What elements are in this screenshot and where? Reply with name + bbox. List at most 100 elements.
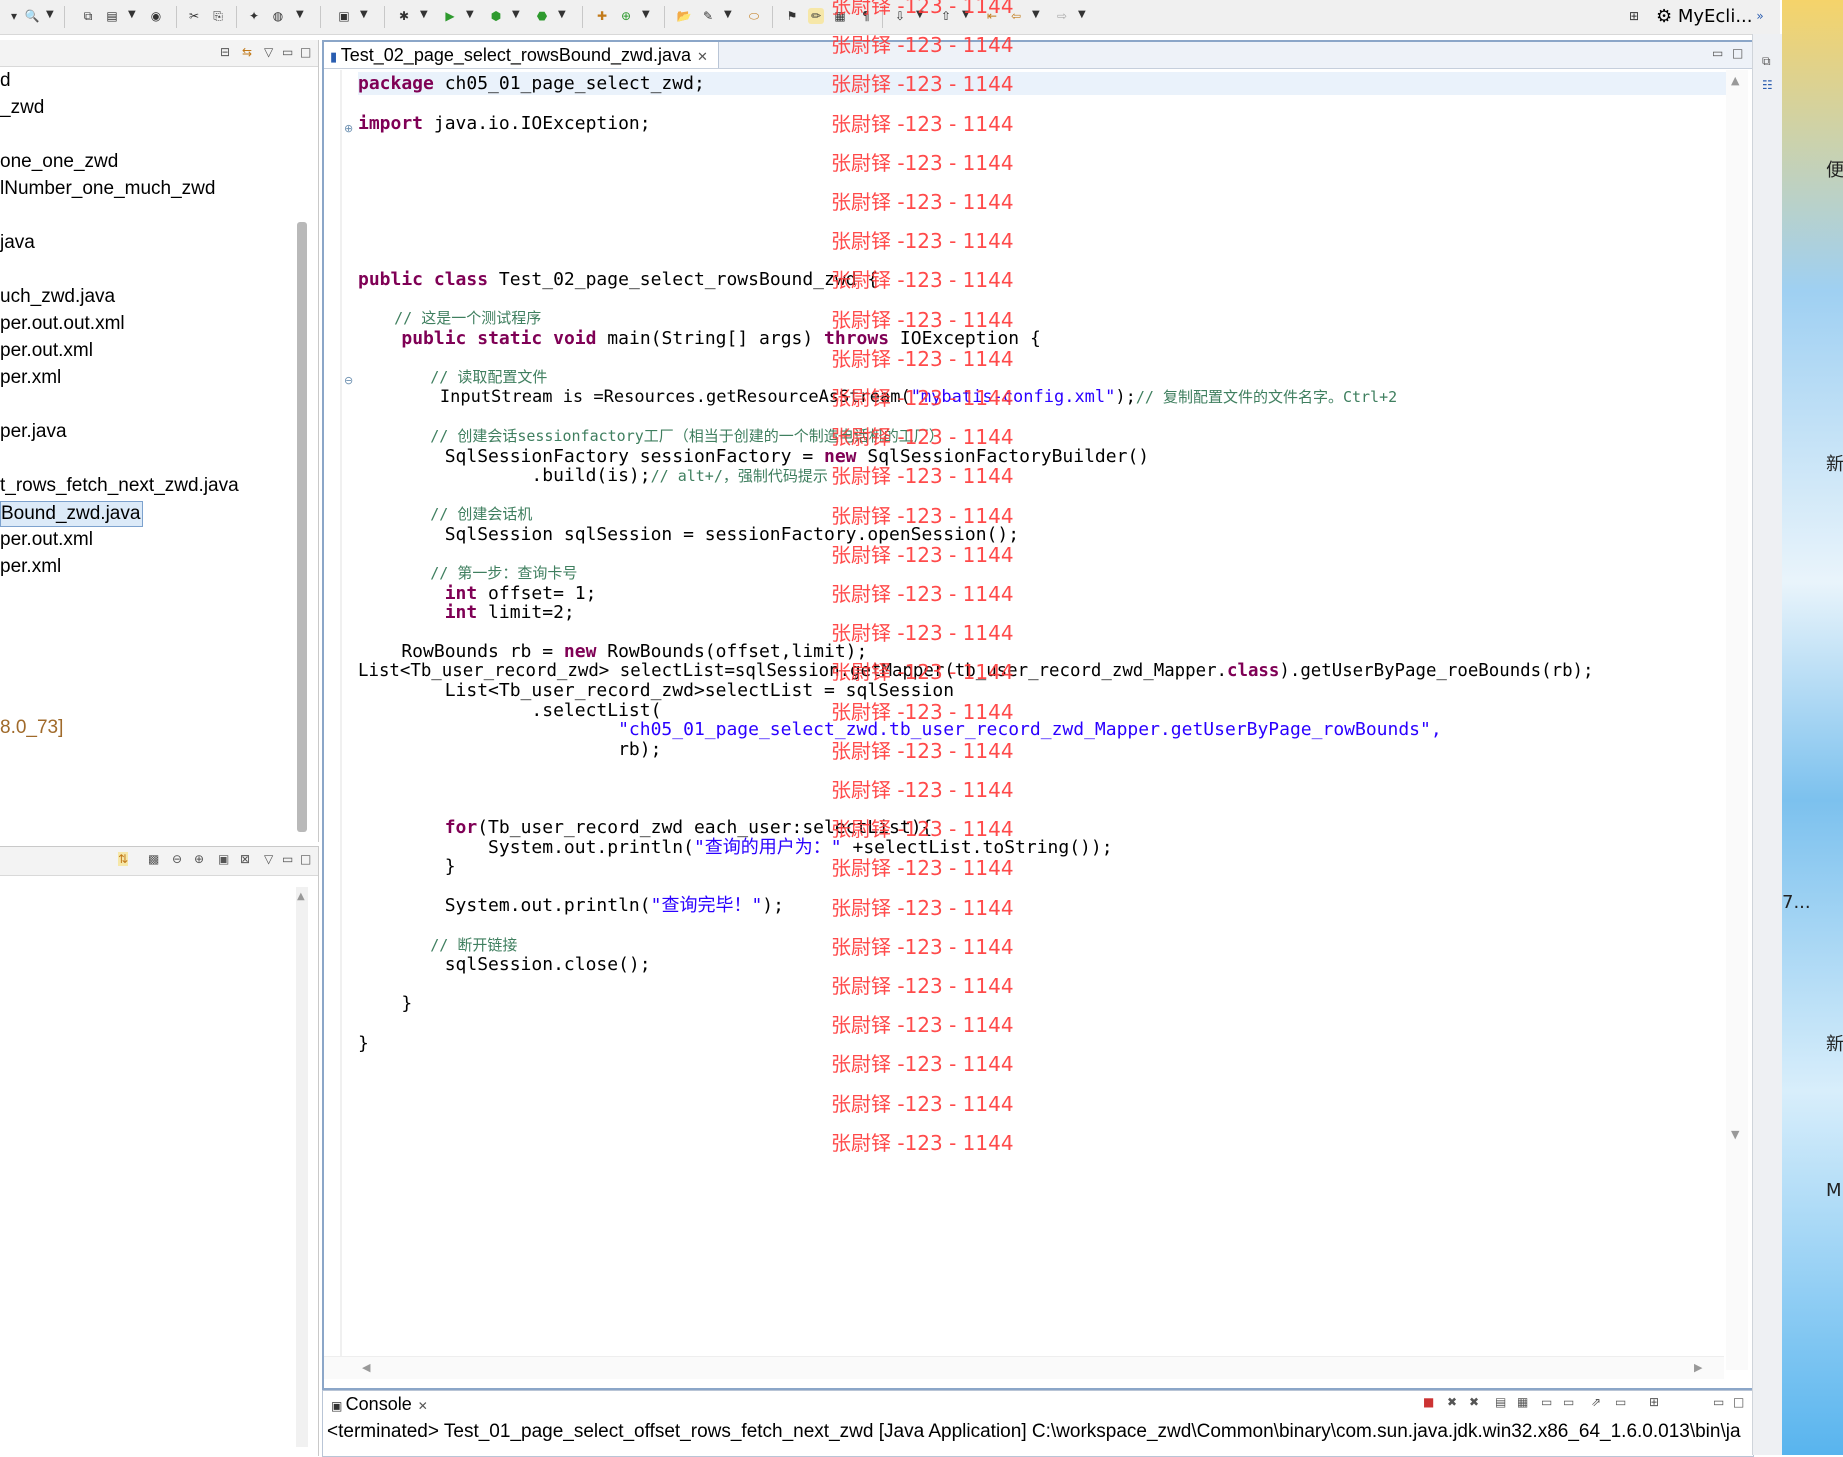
chevron-down-icon[interactable]: ▼ <box>558 9 566 20</box>
view-menu-icon[interactable]: ▽ <box>264 852 273 866</box>
tree-item[interactable]: per.out.xml <box>0 339 93 363</box>
scroll-right-icon[interactable]: ▶ <box>1694 1361 1702 1374</box>
close-icon[interactable]: ✕ <box>697 49 708 64</box>
new-package-icon[interactable]: ⊕ <box>618 8 634 24</box>
chevron-down-icon[interactable]: ▼ <box>466 9 474 20</box>
code-area[interactable]: package ch05_01_page_select_zwd; import … <box>358 72 1728 1372</box>
chevron-down-icon[interactable]: ▼ <box>1078 9 1086 20</box>
zoom-in-icon[interactable]: ⊕ <box>194 852 204 866</box>
open-task-icon[interactable]: ⬭ <box>746 8 762 24</box>
outline-vertical-scrollbar[interactable]: ▲ <box>296 887 308 1447</box>
tree-item-jre[interactable]: 8.0_73] <box>0 716 63 740</box>
restore-icon[interactable]: ⧉ <box>1762 54 1771 69</box>
open-icon[interactable]: ◍ <box>270 8 286 24</box>
desktop-icon-label[interactable]: 7... <box>1782 892 1811 913</box>
tree-item[interactable]: per.java <box>0 420 67 444</box>
remove-launch-icon[interactable]: ✖ <box>1447 1395 1457 1409</box>
chevron-down-icon[interactable]: ▼ <box>1032 9 1040 20</box>
scroll-left-icon[interactable]: ◀ <box>362 1361 370 1374</box>
tree-item[interactable]: per.xml <box>0 366 61 390</box>
pin-console-icon[interactable]: ⇗ <box>1591 1395 1601 1409</box>
open-console-icon[interactable]: ⊞ <box>1649 1395 1659 1409</box>
tree-item[interactable]: d <box>0 69 11 93</box>
chevron-down-icon[interactable]: ▼ <box>46 9 54 20</box>
sort-icon[interactable]: ⇅ <box>118 852 129 866</box>
perspective-switcher[interactable]: ⚙ MyEcli... <box>1648 6 1760 28</box>
cut-icon[interactable]: ✂ <box>186 8 202 24</box>
tree-item[interactable]: uch_zwd.java <box>0 285 115 309</box>
layout-icon[interactable]: ⊠ <box>240 852 250 866</box>
console-tab[interactable]: ▣ Console ✕ <box>323 1391 436 1417</box>
tree-item-selected[interactable]: Bound_zwd.java <box>0 501 144 527</box>
forward-icon[interactable]: ⇨ <box>1054 8 1070 24</box>
chevron-down-icon[interactable]: ▼ <box>512 9 520 20</box>
highlight-icon[interactable]: ✏ <box>808 8 824 24</box>
display-icon[interactable]: ▣ <box>336 8 352 24</box>
search-tool-icon[interactable]: 🔍 <box>24 8 40 24</box>
show-stdout-icon[interactable]: ▭ <box>1541 1395 1552 1409</box>
run-external-icon[interactable]: ⬢ <box>488 8 504 24</box>
scroll-lock-icon[interactable]: ▦ <box>1517 1395 1528 1409</box>
remove-all-icon[interactable]: ✖ <box>1469 1395 1479 1409</box>
explorer-vertical-scrollbar[interactable] <box>297 222 307 832</box>
scroll-down-icon[interactable]: ▼ <box>1731 1128 1739 1141</box>
hide-fields-icon[interactable]: ▩ <box>148 852 159 866</box>
minimize-icon[interactable]: ▭ <box>1712 46 1723 60</box>
new-java-project-icon[interactable]: ✚ <box>594 8 610 24</box>
copy-icon[interactable]: ⎘ <box>210 8 226 24</box>
minimize-icon[interactable]: ▭ <box>282 852 293 866</box>
toggle-mark-icon[interactable]: ⚑ <box>784 8 800 24</box>
fold-expand-icon[interactable]: ⊕ <box>344 122 353 135</box>
chevron-down-icon[interactable]: ▼ <box>420 9 428 20</box>
tree-item[interactable]: lNumber_one_much_zwd <box>0 177 215 201</box>
open-type-icon[interactable]: 📂 <box>676 8 692 24</box>
scroll-up-icon[interactable]: ▲ <box>1731 74 1739 87</box>
close-icon[interactable]: ✕ <box>418 1399 428 1413</box>
editor-horizontal-scrollbar[interactable]: ◀ ▶ <box>324 1356 1724 1379</box>
chevron-double-right-icon[interactable]: » <box>1752 8 1768 24</box>
chevron-down-icon[interactable]: ▼ <box>642 9 650 20</box>
editor-tab-active[interactable]: ▮ Test_02_page_select_rowsBound_zwd.java… <box>324 42 719 68</box>
tree-item[interactable]: t_rows_fetch_next_zwd.java <box>0 474 239 498</box>
tree-item[interactable]: per.xml <box>0 555 61 579</box>
deploy-icon[interactable]: ⧉ <box>80 8 96 24</box>
minimize-icon[interactable]: ▭ <box>282 45 293 59</box>
tree-item[interactable]: one_one_zwd <box>0 150 118 174</box>
outline-icon[interactable]: ☷ <box>1762 78 1773 92</box>
desktop-icon-label[interactable]: 便 <box>1826 156 1843 182</box>
run-icon[interactable]: ▶ <box>442 8 458 24</box>
tree-item[interactable]: per.out.out.xml <box>0 312 125 336</box>
open-perspective-icon[interactable]: ⊞ <box>1626 8 1642 24</box>
chevron-down-icon[interactable]: ▼ <box>296 9 304 20</box>
desktop-icon-label[interactable]: M <box>1826 1180 1842 1201</box>
fold-collapse-icon[interactable]: ⊖ <box>344 374 353 387</box>
tree-item[interactable]: _zwd <box>0 96 44 120</box>
fit-icon[interactable]: ▣ <box>218 852 229 866</box>
dropdown-arrow-icon[interactable]: ▾ <box>6 8 22 24</box>
tree-item[interactable]: java <box>0 231 35 255</box>
search-tool-icon[interactable]: ✎ <box>700 8 716 24</box>
chevron-down-icon[interactable]: ▼ <box>128 9 136 20</box>
view-menu-icon[interactable]: ▽ <box>264 45 273 59</box>
clear-console-icon[interactable]: ▤ <box>1495 1395 1506 1409</box>
server-icon[interactable]: ▤ <box>104 8 120 24</box>
debug-icon[interactable]: ✱ <box>396 8 412 24</box>
display-console-icon[interactable]: ▭ <box>1615 1395 1626 1409</box>
show-stderr-icon[interactable]: ▭ <box>1563 1395 1574 1409</box>
maximize-icon[interactable]: □ <box>300 852 311 866</box>
link-with-editor-icon[interactable]: ⇆ <box>242 45 252 59</box>
desktop-icon-label[interactable]: 新 <box>1826 450 1843 476</box>
new-wizard-icon[interactable]: ✦ <box>246 8 262 24</box>
terminate-icon[interactable]: ■ <box>1423 1395 1434 1409</box>
chevron-down-icon[interactable]: ▼ <box>724 9 732 20</box>
chevron-down-icon[interactable]: ▼ <box>360 9 368 20</box>
minimize-icon[interactable]: ▭ <box>1713 1395 1724 1409</box>
scroll-up-icon[interactable]: ▲ <box>297 891 305 902</box>
tree-item[interactable]: per.out.xml <box>0 528 93 552</box>
zoom-out-icon[interactable]: ⊖ <box>172 852 182 866</box>
globe-icon[interactable]: ◉ <box>148 8 164 24</box>
desktop-icon-label[interactable]: 新 <box>1826 1030 1843 1056</box>
coverage-icon[interactable]: ⬣ <box>534 8 550 24</box>
maximize-icon[interactable]: □ <box>300 45 311 59</box>
editor-vertical-scrollbar[interactable]: ▲ ▼ <box>1726 70 1748 1370</box>
